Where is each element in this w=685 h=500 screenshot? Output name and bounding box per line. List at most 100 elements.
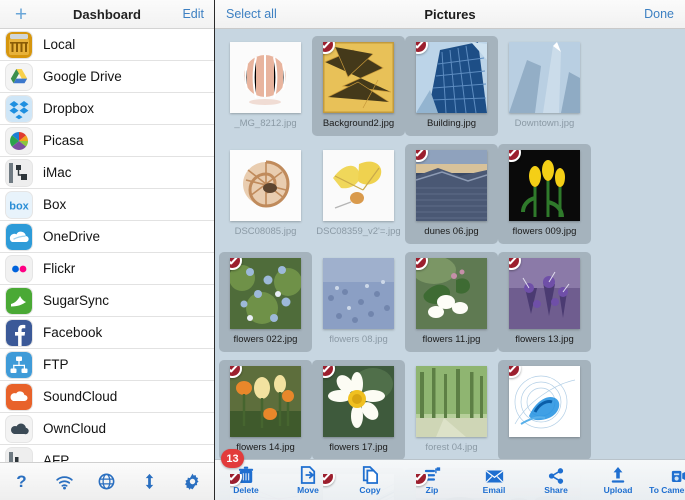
action-label: Share — [544, 485, 568, 496]
file-tile[interactable]: flowers 14.jpg — [219, 360, 312, 460]
owncloud-icon — [6, 415, 32, 442]
file-tile[interactable]: flowers 17.jpg — [312, 360, 405, 460]
sidebar-item-label: Picasa — [43, 133, 84, 148]
box-icon: box — [6, 191, 32, 218]
thumbnail-image — [416, 42, 487, 113]
file-name-label: DSC08085.jpg — [234, 226, 297, 237]
gear-icon[interactable] — [176, 469, 210, 495]
file-tile[interactable]: forest 04.jpg — [405, 360, 498, 460]
action-copy[interactable]: Copy — [339, 460, 401, 500]
page-title: Pictures — [424, 6, 476, 22]
dropbox-icon — [6, 95, 32, 122]
file-tile[interactable]: flowers 11.jpg — [405, 252, 498, 352]
sidebar-item-label: SugarSync — [43, 293, 110, 308]
sidebar-item-imac[interactable]: iMac — [0, 157, 214, 189]
file-grid-scroll[interactable]: _MG_8212.jpg Background2.jpg Building.jpg D… — [215, 30, 685, 500]
file-thumbnail — [416, 366, 487, 437]
sidebar-item-box[interactable]: box Box — [0, 189, 214, 221]
sidebar-toolbar: ? — [0, 462, 214, 500]
sidebar-list: Local Google Drive Dropbox Picasa iMac box Box… — [0, 29, 214, 462]
local-folder-icon — [6, 31, 32, 58]
ftp-icon — [6, 351, 32, 378]
sidebar-item-afp[interactable]: AFP — [0, 445, 214, 462]
file-thumbnail — [416, 150, 487, 221]
file-thumbnail — [323, 366, 394, 437]
sidebar-item-label: SoundCloud — [43, 389, 118, 404]
action-zip[interactable]: Zip — [401, 460, 463, 500]
sidebar-item-label: iMac — [43, 165, 72, 180]
sidebar-item-soundcloud[interactable]: SoundCloud — [0, 381, 214, 413]
sidebar-item-local[interactable]: Local — [0, 29, 214, 61]
add-account-button[interactable]: + — [10, 4, 32, 25]
file-thumbnail — [230, 366, 301, 437]
sidebar-item-google-drive[interactable]: Google Drive — [0, 61, 214, 93]
sidebar-item-label: AFP — [43, 453, 70, 462]
action-upload[interactable]: Upload — [587, 460, 649, 500]
done-button[interactable]: Done — [644, 7, 674, 21]
file-tile[interactable]: DSC08085.jpg — [219, 144, 312, 244]
picasa-icon — [6, 127, 32, 154]
sidebar-item-picasa[interactable]: Picasa — [0, 125, 214, 157]
action-label: Copy — [359, 485, 381, 496]
file-name-label: Building.jpg — [426, 118, 477, 129]
svg-text:box: box — [9, 200, 29, 212]
sidebar-item-label: Dropbox — [43, 101, 95, 116]
sidebar-item-dropbox[interactable]: Dropbox — [0, 93, 214, 125]
action-to-camera-roll[interactable]: To Camera Roll — [649, 460, 685, 500]
main-panel: Select all Pictures Done _MG_8212.jpg Bac… — [215, 0, 685, 500]
sidebar-item-label: OwnCloud — [43, 421, 107, 436]
file-name-label: _MG_8212.jpg — [234, 118, 297, 129]
thumbnail-image — [416, 366, 487, 437]
sidebar-item-flickr[interactable]: Flickr — [0, 253, 214, 285]
file-tile[interactable]: flowers 022.jpg — [219, 252, 312, 352]
imac-icon — [6, 159, 32, 186]
action-email[interactable]: Email — [463, 460, 525, 500]
file-thumbnail — [509, 42, 580, 113]
action-label: Upload — [603, 485, 633, 496]
action-share[interactable]: Share — [525, 460, 587, 500]
file-thumbnail — [230, 150, 301, 221]
upload-icon — [610, 464, 626, 484]
google-drive-icon — [6, 63, 32, 90]
sidebar-item-owncloud[interactable]: OwnCloud — [0, 413, 214, 445]
onedrive-icon — [6, 223, 32, 250]
file-name-label: flowers 08.jpg — [329, 334, 388, 345]
file-name-label: dunes 06.jpg — [424, 226, 479, 237]
help-icon[interactable]: ? — [4, 469, 38, 495]
file-tile[interactable] — [498, 360, 591, 460]
file-thumbnail — [509, 150, 580, 221]
edit-button[interactable]: Edit — [182, 7, 204, 21]
sugarsync-icon — [6, 287, 32, 314]
file-tile[interactable]: Building.jpg — [405, 36, 498, 136]
sidebar-item-sugarsync[interactable]: SugarSync — [0, 285, 214, 317]
file-thumbnail — [509, 366, 580, 437]
wifi-icon[interactable] — [47, 469, 81, 495]
file-tile[interactable]: Downtown.jpg — [498, 36, 591, 136]
file-tile[interactable]: Background2.jpg — [312, 36, 405, 136]
camera-roll-icon — [671, 464, 685, 484]
file-tile[interactable]: DSC08359_v2'=.jpg — [312, 144, 405, 244]
file-name-label: flowers 17.jpg — [329, 442, 388, 453]
sidebar-item-ftp[interactable]: FTP — [0, 349, 214, 381]
select-all-button[interactable]: Select all — [226, 7, 277, 21]
file-tile[interactable]: dunes 06.jpg — [405, 144, 498, 244]
file-thumbnail — [509, 258, 580, 329]
thumbnail-image — [416, 258, 487, 329]
transfer-icon[interactable] — [133, 469, 167, 495]
thumbnail-image — [509, 150, 580, 221]
envelope-icon — [485, 464, 504, 484]
file-tile[interactable]: _MG_8212.jpg — [219, 36, 312, 136]
thumbnail-image — [230, 258, 301, 329]
file-tile[interactable]: flowers 08.jpg — [312, 252, 405, 352]
file-tile[interactable]: flowers 13.jpg — [498, 252, 591, 352]
globe-icon[interactable] — [90, 469, 124, 495]
thumbnail-image — [323, 366, 394, 437]
facebook-icon — [6, 319, 32, 346]
sidebar-item-onedrive[interactable]: OneDrive — [0, 221, 214, 253]
file-grid: _MG_8212.jpg Background2.jpg Building.jpg D… — [219, 36, 681, 500]
move-icon — [300, 464, 316, 485]
file-tile[interactable]: flowers 009.jpg — [498, 144, 591, 244]
app-root: + Dashboard Edit Local Google Drive Dropbo… — [0, 0, 685, 500]
file-thumbnail — [230, 42, 301, 113]
sidebar-item-facebook[interactable]: Facebook — [0, 317, 214, 349]
